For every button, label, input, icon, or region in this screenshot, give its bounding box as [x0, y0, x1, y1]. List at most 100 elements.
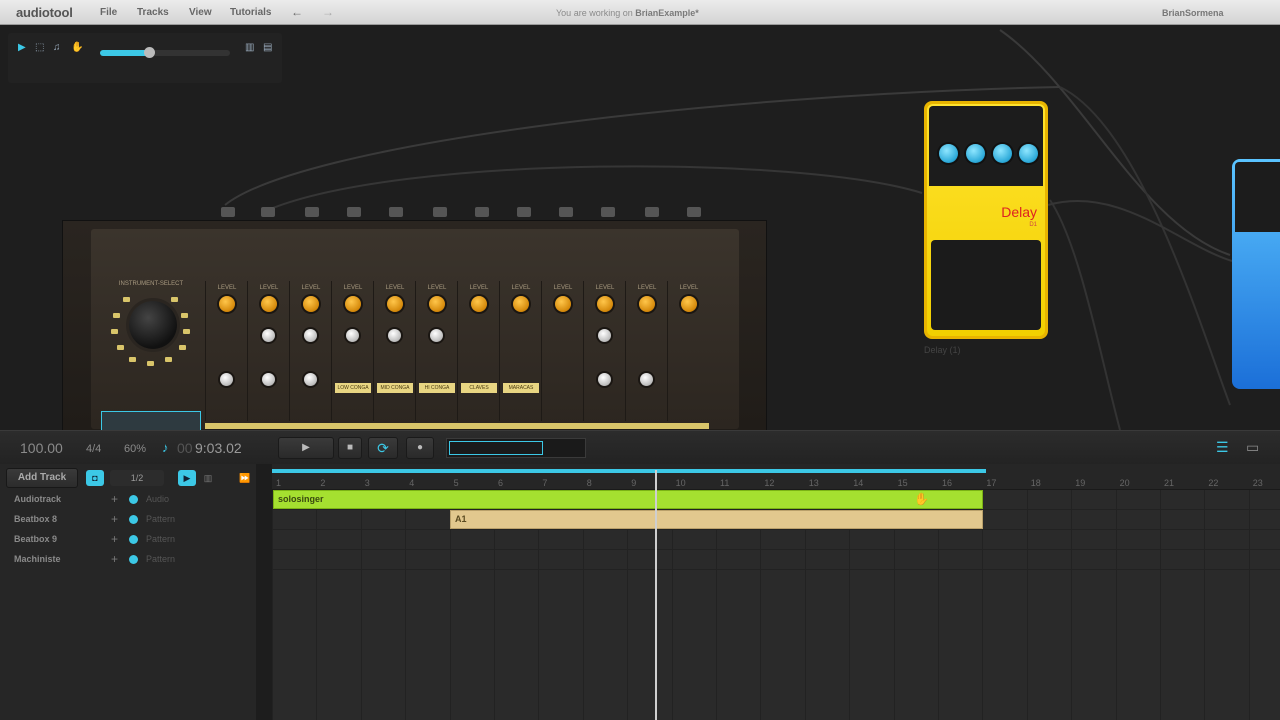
menu-file[interactable]: File: [100, 7, 117, 18]
add-track-button[interactable]: Add Track: [6, 468, 78, 488]
time-signature[interactable]: 4/4: [86, 443, 101, 455]
menu-view[interactable]: View: [189, 7, 212, 18]
level-knob[interactable]: [303, 296, 319, 312]
delay-device-label: Delay (1): [924, 345, 961, 355]
timeline[interactable]: 1 2 3 4 5 6 7 8 9 10 11 12 13 14 15 16 17 18 19 20 21 22 23 so…: [272, 464, 1280, 720]
follow-playhead-icon[interactable]: ▶: [178, 470, 196, 486]
level-knob[interactable]: [555, 296, 571, 312]
instrument-select-knob[interactable]: [129, 301, 177, 349]
add-region-icon[interactable]: +: [111, 532, 118, 546]
tune-knob[interactable]: [304, 329, 317, 342]
tune-knob[interactable]: [346, 329, 359, 342]
user-name[interactable]: BrianSormena: [1162, 8, 1224, 18]
hand-icon[interactable]: ✋: [71, 42, 83, 53]
level-label: LEVEL: [679, 285, 699, 291]
quantize-select[interactable]: 1/2: [110, 470, 164, 486]
decay-knob[interactable]: [262, 373, 275, 386]
overview-viewport[interactable]: [449, 441, 543, 455]
select-icon[interactable]: ⬚: [35, 42, 44, 53]
level-knob[interactable]: [345, 296, 361, 312]
level-knob[interactable]: [1019, 144, 1038, 163]
steps-knob[interactable]: [939, 144, 958, 163]
length-knob[interactable]: [966, 144, 985, 163]
add-region-icon[interactable]: +: [111, 552, 118, 566]
track-row[interactable]: Beatbox 8 + Pattern: [8, 510, 256, 530]
level-knob[interactable]: [387, 296, 403, 312]
volume-slider[interactable]: [100, 47, 230, 58]
desktop-canvas[interactable]: ▶ ⬚ ♫ ✋ ▥ ▤ INSTRUMENT-SELECT LEVEL LEVE…: [0, 25, 1280, 430]
grid-icon[interactable]: ▥: [200, 470, 216, 486]
track-lane[interactable]: [272, 530, 1280, 550]
tune-knob[interactable]: [598, 329, 611, 342]
timeline-ruler[interactable]: 1 2 3 4 5 6 7 8 9 10 11 12 13 14 15 16 17 18 19 20 21 22 23: [272, 464, 1280, 490]
play-small-icon[interactable]: ▶: [18, 42, 26, 53]
conga-chip[interactable]: HI CONGA: [419, 383, 455, 393]
volume-handle[interactable]: [144, 47, 156, 58]
led: [117, 345, 124, 350]
tempo-display[interactable]: 100.00: [20, 440, 63, 456]
level-knob[interactable]: [513, 296, 529, 312]
track-view-icon[interactable]: ☰: [1216, 439, 1229, 456]
level-knob[interactable]: [471, 296, 487, 312]
drum-machine[interactable]: INSTRUMENT-SELECT LEVEL LEVEL LEVEL LEVE…: [62, 207, 767, 430]
track-active-dot[interactable]: [129, 495, 138, 504]
track-active-dot[interactable]: [129, 555, 138, 564]
add-region-icon[interactable]: +: [111, 492, 118, 506]
app-logo[interactable]: audiotool: [16, 5, 73, 20]
level-knob[interactable]: [429, 296, 445, 312]
stop-button[interactable]: ■: [338, 437, 362, 459]
playhead[interactable]: [655, 470, 657, 720]
bar-number: 22: [1208, 478, 1219, 488]
maracas-chip[interactable]: MARACAS: [503, 383, 539, 393]
channel-strip: LEVEL: [247, 281, 289, 421]
level-knob[interactable]: [261, 296, 277, 312]
pattern-selector[interactable]: [101, 411, 201, 430]
decay-knob[interactable]: [598, 373, 611, 386]
loop-button[interactable]: ⟳: [368, 437, 398, 459]
snap-toggle-icon[interactable]: ◘: [86, 470, 104, 486]
track-active-dot[interactable]: [129, 515, 138, 524]
conga-chip[interactable]: MID CONGA: [377, 383, 413, 393]
level-knob[interactable]: [597, 296, 613, 312]
panel-divider[interactable]: [256, 464, 272, 720]
forward-arrow-icon[interactable]: →: [322, 5, 334, 19]
menu-tracks[interactable]: Tracks: [137, 7, 169, 18]
folder-icon[interactable]: ▭: [1246, 439, 1259, 456]
feedback-knob[interactable]: [993, 144, 1012, 163]
record-button[interactable]: ●: [406, 437, 434, 459]
audio-clip[interactable]: solosinger: [273, 490, 983, 509]
track-lane[interactable]: [272, 550, 1280, 570]
delay-footswitch[interactable]: [931, 240, 1041, 330]
track-row[interactable]: Audiotrack + Audio: [8, 490, 256, 510]
layout-icon[interactable]: ▤: [263, 42, 272, 53]
snappy-knob[interactable]: [304, 373, 317, 386]
arrangement-overview[interactable]: [446, 438, 586, 458]
claves-chip[interactable]: CLAVES: [461, 383, 497, 393]
level-knob[interactable]: [639, 296, 655, 312]
trash-icon[interactable]: ▥: [245, 42, 254, 53]
tune-knob[interactable]: [388, 329, 401, 342]
loop-range-bar[interactable]: [272, 469, 986, 473]
swing-display[interactable]: 60%: [124, 443, 146, 455]
track-active-dot[interactable]: [129, 535, 138, 544]
track-row[interactable]: Machiniste + Pattern: [8, 550, 256, 570]
headphones-icon[interactable]: ♫: [53, 42, 61, 53]
metronome-icon[interactable]: ♪: [162, 440, 169, 455]
skip-icon[interactable]: ⏩: [236, 470, 254, 486]
back-arrow-icon[interactable]: ←: [291, 5, 303, 19]
pattern-clip[interactable]: A1: [450, 510, 983, 529]
menu-tutorials[interactable]: Tutorials: [230, 7, 271, 18]
decay-knob[interactable]: [640, 373, 653, 386]
level-knob[interactable]: [681, 296, 697, 312]
delay-pedal[interactable]: Delay D1 Delay (1): [924, 101, 1048, 355]
tune-knob[interactable]: [430, 329, 443, 342]
step-buttons[interactable]: [205, 423, 709, 429]
add-region-icon[interactable]: +: [111, 512, 118, 526]
tune-knob[interactable]: [262, 329, 275, 342]
play-button[interactable]: ▶: [278, 437, 334, 459]
level-knob[interactable]: [219, 296, 235, 312]
decay-knob[interactable]: [220, 373, 233, 386]
blue-effect-pedal[interactable]: [1232, 159, 1280, 389]
conga-chip[interactable]: LOW CONGA: [335, 383, 371, 393]
track-row[interactable]: Beatbox 9 + Pattern: [8, 530, 256, 550]
